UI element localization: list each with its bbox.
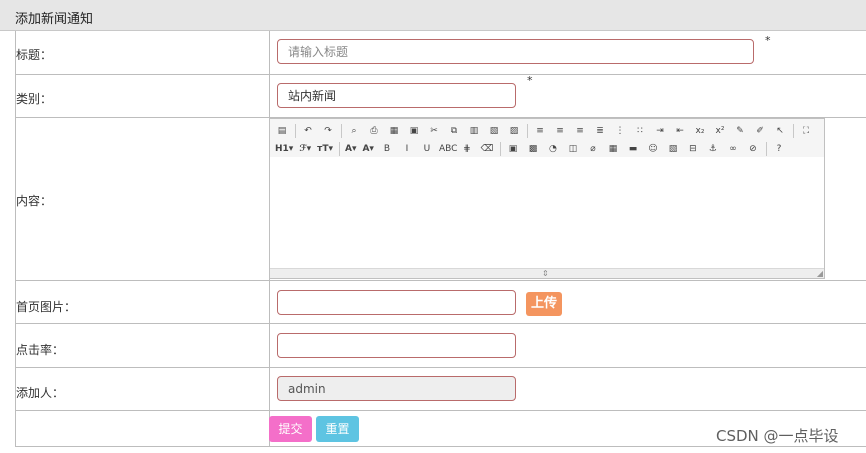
- help-icon[interactable]: ?: [771, 142, 787, 156]
- author-input[interactable]: [277, 376, 516, 401]
- content-label: 内容：: [16, 194, 53, 208]
- clicks-input[interactable]: [277, 333, 516, 358]
- media-icon[interactable]: ◫: [565, 142, 581, 156]
- undo-icon[interactable]: ↶: [300, 124, 316, 138]
- watermark: CSDN @一点毕设: [716, 427, 839, 445]
- print-icon[interactable]: ⎙: [366, 124, 382, 138]
- resize-handle-icon[interactable]: ⇕: [542, 269, 549, 278]
- reset-button[interactable]: 重置: [316, 416, 359, 442]
- link-icon[interactable]: ∞: [725, 142, 741, 156]
- align-left-icon[interactable]: ≡: [532, 124, 548, 138]
- font-family-icon[interactable]: ℱ▾: [298, 142, 312, 156]
- row-divider: [15, 410, 866, 411]
- toolbar-separator: [338, 141, 340, 156]
- category-input[interactable]: [277, 83, 516, 108]
- required-mark: *: [765, 34, 771, 47]
- toolbar-separator: [295, 123, 296, 138]
- heading-icon[interactable]: H1▾: [274, 142, 294, 156]
- submit-button[interactable]: 提交: [269, 416, 312, 442]
- form-title: 添加新闻通知: [15, 12, 94, 27]
- toolbar-separator: [499, 141, 501, 156]
- align-center-icon[interactable]: ≡: [552, 124, 568, 138]
- rich-text-editor: ▤ ↶ ↷ ⌕ ⎙ ▦ ▣ ✂ ⧉ ▥ ▧ ▨ ≡ ≡ ≡ ≣ ⋮ ∷ ⇥ ⇤ x₂ x² ✎ ✐ ↖ ⛶ H1▾ ℱ▾ ᴛT▾ A▾ A…: [269, 118, 825, 279]
- category-label: 类别：: [16, 92, 53, 106]
- editor-toolbar: ▤ ↶ ↷ ⌕ ⎙ ▦ ▣ ✂ ⧉ ▥ ▧ ▨ ≡ ≡ ≡ ≣ ⋮ ∷ ⇥ ⇤ x₂ x² ✎ ✐ ↖ ⛶ H1▾ ℱ▾ ᴛT▾ A▾ A…: [270, 119, 824, 158]
- clicks-label: 点击率：: [16, 343, 65, 357]
- image-label: 首页图片：: [16, 300, 77, 314]
- code-icon[interactable]: ▣: [406, 124, 422, 138]
- emoticon-icon[interactable]: ☺: [645, 142, 661, 156]
- fullscreen-icon[interactable]: ⛶: [798, 124, 814, 138]
- hr-icon[interactable]: ▬: [625, 142, 641, 156]
- clear-format-icon[interactable]: ✎: [732, 124, 748, 138]
- toolbar-separator: [341, 123, 342, 138]
- image-input[interactable]: [277, 290, 516, 315]
- row-divider: [15, 280, 866, 281]
- form-header: 添加新闻通知: [0, 0, 866, 31]
- align-right-icon[interactable]: ≡: [572, 124, 588, 138]
- anchor-icon[interactable]: ⚓: [705, 142, 721, 156]
- row-divider: [15, 323, 866, 324]
- map-icon[interactable]: ▧: [665, 142, 681, 156]
- paste-word-icon[interactable]: ▨: [506, 124, 522, 138]
- required-mark: *: [527, 74, 533, 87]
- indent-icon[interactable]: ⇥: [652, 124, 668, 138]
- toolbar-row: H1▾ ℱ▾ ᴛT▾ A▾ A▾ B I U ABC ⋕ ⌫ ▣ ▩ ◔ ◫ ⌀ ▦ ▬ ☺ ▧ ⊟ ⚓ ∞ ⊘?: [274, 140, 791, 157]
- editor-content-area[interactable]: [270, 157, 824, 270]
- strikethrough-icon[interactable]: ABC: [439, 142, 457, 156]
- corner-resize-icon[interactable]: ◢: [817, 269, 823, 278]
- toolbar-row: ▤ ↶ ↷ ⌕ ⎙ ▦ ▣ ✂ ⧉ ▥ ▧ ▨ ≡ ≡ ≡ ≣ ⋮ ∷ ⇥ ⇤ x₂ x² ✎ ✐ ↖ ⛶: [274, 122, 818, 139]
- editor-statusbar: ⇕ ◢: [270, 268, 824, 278]
- row-divider: [15, 446, 866, 447]
- superscript-icon[interactable]: x²: [712, 124, 728, 138]
- subscript-icon[interactable]: x₂: [692, 124, 708, 138]
- title-input[interactable]: [277, 39, 754, 64]
- cut-icon[interactable]: ✂: [426, 124, 442, 138]
- row-divider: [15, 367, 866, 368]
- highlight-icon[interactable]: A▾: [361, 142, 374, 156]
- format-painter-icon[interactable]: ✐: [752, 124, 768, 138]
- bold-icon[interactable]: B: [379, 142, 395, 156]
- preview-icon[interactable]: ⌕: [346, 124, 362, 138]
- font-color-icon[interactable]: A▾: [344, 142, 357, 156]
- multi-image-icon[interactable]: ▩: [525, 142, 541, 156]
- title-label: 标题：: [16, 48, 53, 62]
- toolbar-separator: [793, 123, 794, 138]
- line-height-icon[interactable]: ⋕: [459, 142, 475, 156]
- eraser-icon[interactable]: ⌫: [479, 142, 495, 156]
- template-icon[interactable]: ▦: [386, 124, 402, 138]
- upload-button[interactable]: 上传: [526, 292, 562, 316]
- ordered-list-icon[interactable]: ⋮: [612, 124, 628, 138]
- table-icon[interactable]: ▦: [605, 142, 621, 156]
- font-size-icon[interactable]: ᴛT▾: [316, 142, 334, 156]
- unordered-list-icon[interactable]: ∷: [632, 124, 648, 138]
- align-justify-icon[interactable]: ≣: [592, 124, 608, 138]
- unlink-icon[interactable]: ⊘: [745, 142, 761, 156]
- toolbar-separator: [527, 123, 528, 138]
- image-icon[interactable]: ▣: [505, 142, 521, 156]
- source-icon[interactable]: ▤: [274, 124, 290, 138]
- flash-icon[interactable]: ◔: [545, 142, 561, 156]
- italic-icon[interactable]: I: [399, 142, 415, 156]
- outdent-icon[interactable]: ⇤: [672, 124, 688, 138]
- copy-icon[interactable]: ⧉: [446, 124, 462, 138]
- paste-text-icon[interactable]: ▧: [486, 124, 502, 138]
- pagebreak-icon[interactable]: ⊟: [685, 142, 701, 156]
- select-all-icon[interactable]: ↖: [772, 124, 788, 138]
- redo-icon[interactable]: ↷: [320, 124, 336, 138]
- toolbar-separator: [765, 141, 767, 156]
- row-divider: [15, 74, 866, 75]
- attachment-icon[interactable]: ⌀: [585, 142, 601, 156]
- underline-icon[interactable]: U: [419, 142, 435, 156]
- paste-icon[interactable]: ▥: [466, 124, 482, 138]
- author-label: 添加人：: [16, 386, 65, 400]
